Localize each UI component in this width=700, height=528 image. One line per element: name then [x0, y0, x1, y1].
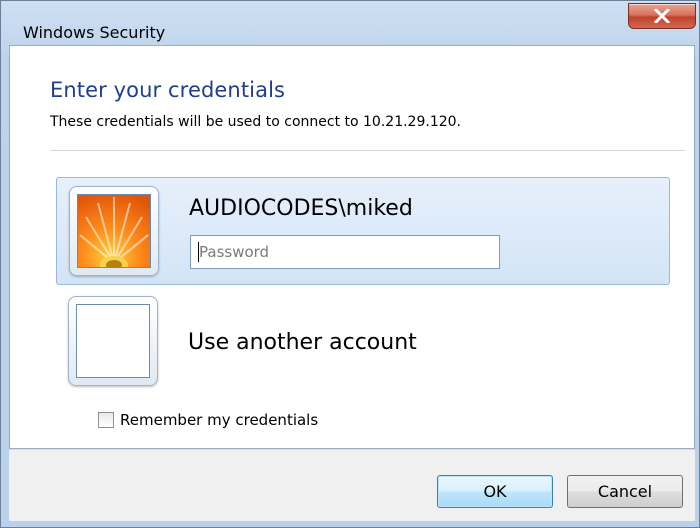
use-another-account-label: Use another account: [188, 330, 417, 355]
ok-button[interactable]: OK: [437, 475, 553, 508]
flower-avatar-icon: [77, 194, 151, 268]
password-input[interactable]: [190, 235, 500, 269]
button-bar: OK Cancel: [9, 449, 695, 521]
remember-checkbox[interactable]: [98, 412, 114, 428]
account-username: AUDIOCODES\miked: [189, 196, 413, 221]
remember-credentials-option[interactable]: Remember my credentials: [98, 411, 318, 429]
account-tile-other[interactable]: Use another account: [56, 292, 670, 390]
credential-dialog: Windows Security Enter your credentials …: [0, 0, 700, 528]
title-bar[interactable]: Windows Security: [1, 1, 700, 42]
close-button[interactable]: [628, 3, 696, 29]
close-icon: [653, 9, 671, 23]
connection-description: These credentials will be used to connec…: [50, 114, 461, 130]
divider: [50, 150, 685, 151]
remember-label: Remember my credentials: [120, 411, 319, 429]
account-tile-current[interactable]: AUDIOCODES\miked: [56, 177, 670, 285]
dialog-body: Enter your credentials These credentials…: [9, 45, 695, 449]
blank-avatar-icon: [76, 304, 150, 378]
window-title: Windows Security: [23, 23, 166, 42]
avatar: [69, 186, 159, 276]
page-title: Enter your credentials: [50, 78, 286, 102]
text-cursor: [198, 242, 199, 262]
avatar: [68, 296, 158, 386]
cancel-button[interactable]: Cancel: [567, 475, 683, 508]
